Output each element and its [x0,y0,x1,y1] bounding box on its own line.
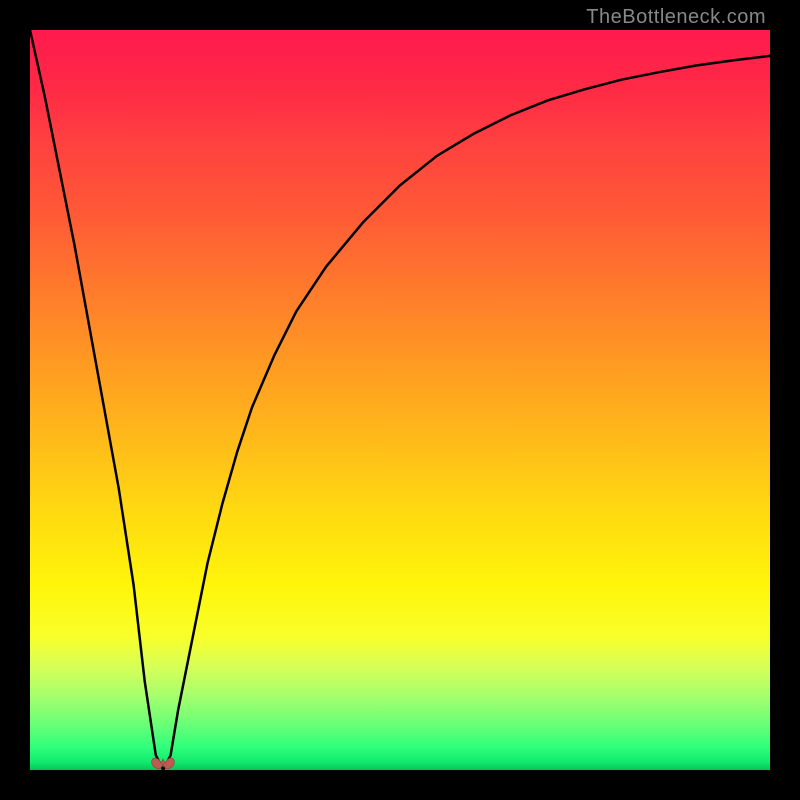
plot-area [30,30,770,770]
bottleneck-curve [30,30,770,770]
watermark-text: TheBottleneck.com [586,6,766,29]
chart-frame: TheBottleneck.com [0,0,800,800]
